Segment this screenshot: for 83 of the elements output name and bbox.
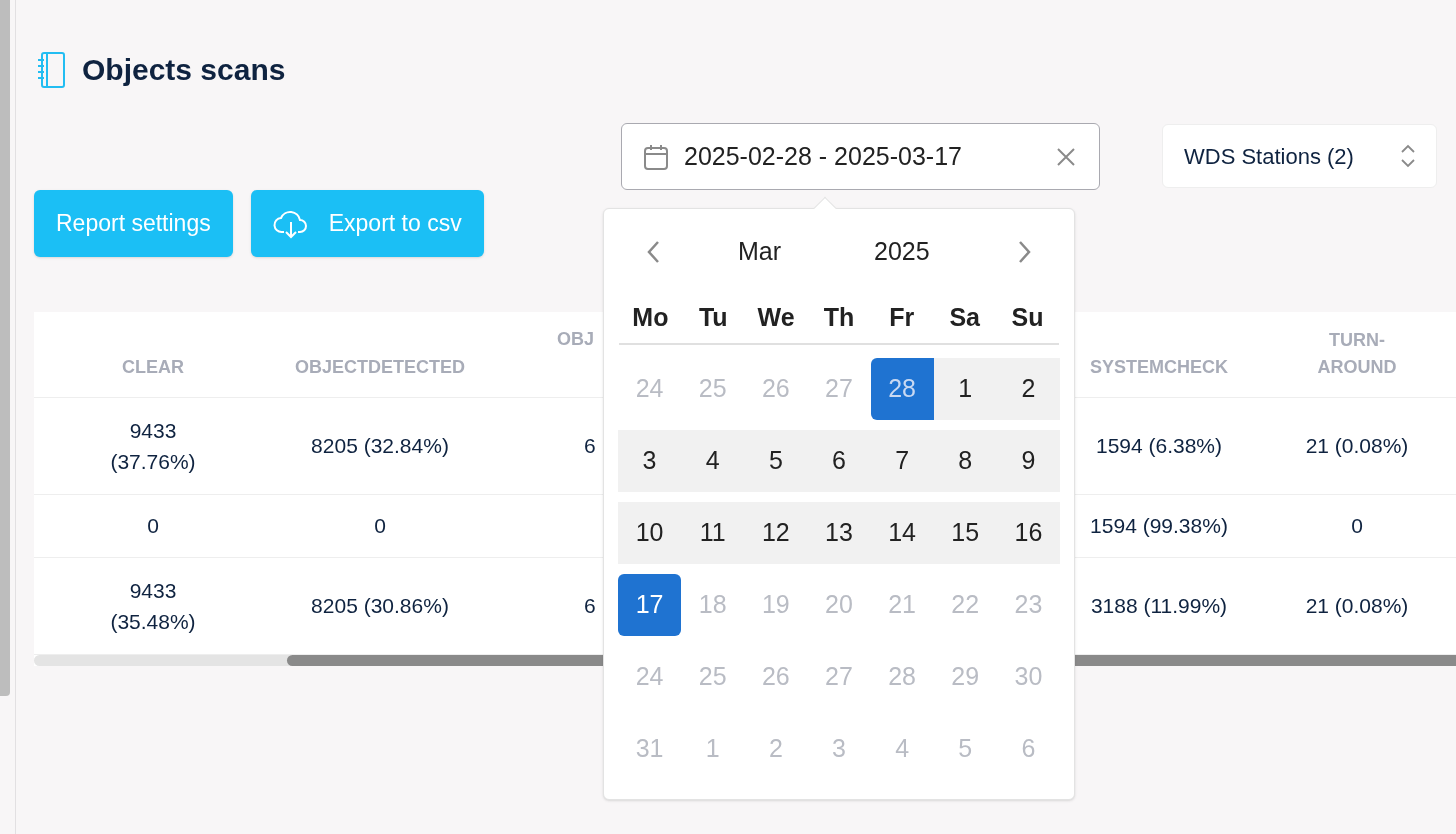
column-header: OBJECTDETECTED bbox=[295, 356, 465, 379]
table-cell-text: 6 bbox=[583, 593, 596, 620]
date-range-field[interactable]: 2025-02-28 - 2025-03-17 bbox=[621, 123, 1100, 190]
calendar-day[interactable]: 24 bbox=[618, 646, 682, 708]
calendar-day[interactable]: 21 bbox=[870, 574, 934, 636]
calendar-day[interactable]: 8 bbox=[933, 430, 997, 492]
column-header: CLEAR bbox=[122, 356, 184, 379]
calendar-day[interactable]: 2 bbox=[744, 718, 808, 780]
calendar-day[interactable]: 3 bbox=[618, 430, 682, 492]
table-cell-text: 21 (0.08%) bbox=[1305, 433, 1409, 460]
calendar-day[interactable]: 27 bbox=[807, 358, 871, 420]
weekday-label: Tu bbox=[698, 302, 728, 334]
calendar-day[interactable]: 5 bbox=[933, 718, 997, 780]
page-title: Objects scans bbox=[82, 52, 286, 88]
calendar-year[interactable]: 2025 bbox=[874, 233, 930, 271]
calendar-day[interactable]: 27 bbox=[807, 646, 871, 708]
column-header: OBJ bbox=[556, 328, 594, 351]
table-cell-text: 8205 (30.86%) bbox=[311, 593, 449, 620]
weekday-label: Sa bbox=[949, 302, 980, 334]
calendar-day[interactable]: 28 bbox=[870, 646, 934, 708]
table-cell-text: 0 bbox=[1351, 513, 1363, 540]
table-cell-text: 3188 (11.99%) bbox=[1090, 593, 1228, 620]
calendar-day[interactable]: 6 bbox=[996, 718, 1060, 780]
calendar-day[interactable]: 6 bbox=[807, 430, 871, 492]
calendar-day[interactable]: 4 bbox=[681, 430, 745, 492]
calendar-day[interactable]: 29 bbox=[933, 646, 997, 708]
settings-button[interactable]: Report settings bbox=[34, 190, 233, 257]
date-range-value: 2025-02-28 - 2025-03-17 bbox=[684, 140, 963, 172]
table-cell-text: 9433 (35.48%) bbox=[109, 577, 197, 635]
calendar-day[interactable]: 24 bbox=[618, 358, 682, 420]
weekday-label: Fr bbox=[889, 302, 915, 334]
table-cell-text: 0 bbox=[374, 513, 386, 540]
calendar-icon bbox=[644, 143, 668, 170]
table-cell-text: 8205 (32.84%) bbox=[311, 433, 449, 460]
calendar-day[interactable]: 26 bbox=[744, 358, 808, 420]
station-select[interactable]: WDS Stations (2) bbox=[1162, 124, 1437, 188]
weekday-label: Su bbox=[1011, 302, 1044, 334]
calendar-day[interactable]: 18 bbox=[681, 574, 745, 636]
calendar-day[interactable]: 5 bbox=[744, 430, 808, 492]
column-header: SYSTEMCHECK bbox=[1090, 356, 1228, 379]
weekday-label: Th bbox=[823, 302, 855, 334]
calendar-day[interactable]: 15 bbox=[933, 502, 997, 564]
chevron-right-icon[interactable] bbox=[1018, 240, 1032, 264]
calendar-month[interactable]: Mar bbox=[738, 233, 782, 271]
calendar-day[interactable]: 28 bbox=[870, 358, 934, 420]
calendar-day[interactable]: 12 bbox=[744, 502, 808, 564]
calendar-day[interactable]: 13 bbox=[807, 502, 871, 564]
calendar-day[interactable]: 31 bbox=[618, 718, 682, 780]
table-cell-text: 1594 (99.38%) bbox=[1090, 513, 1228, 540]
calendar-day[interactable]: 14 bbox=[870, 502, 934, 564]
table-cell-text: 21 (0.08%) bbox=[1305, 593, 1409, 620]
calendar-day[interactable]: 10 bbox=[618, 502, 682, 564]
calendar-day[interactable]: 16 bbox=[996, 502, 1060, 564]
calendar-day[interactable]: 3 bbox=[807, 718, 871, 780]
calendar-day[interactable]: 17 bbox=[618, 574, 682, 636]
chevron-left-icon[interactable] bbox=[646, 240, 660, 264]
calendar-day[interactable]: 19 bbox=[744, 574, 808, 636]
weekday-label: Mo bbox=[632, 302, 669, 334]
table-cell-text: 0 bbox=[147, 513, 159, 540]
calendar-day[interactable]: 1 bbox=[933, 358, 997, 420]
calendar-day[interactable]: 22 bbox=[933, 574, 997, 636]
table-cell-text: 1594 (6.38%) bbox=[1095, 433, 1223, 460]
table-cell-text: 9433 (37.76%) bbox=[109, 417, 197, 475]
calendar-day[interactable]: 9 bbox=[996, 430, 1060, 492]
calendar-day[interactable]: 11 bbox=[681, 502, 745, 564]
table-cell-text: 6 bbox=[583, 433, 596, 460]
calendar-day[interactable]: 2 bbox=[996, 358, 1060, 420]
calendar-day[interactable]: 4 bbox=[870, 718, 934, 780]
calendar-day[interactable]: 1 bbox=[681, 718, 745, 780]
weekday-label: We bbox=[757, 302, 795, 334]
calendar-day[interactable]: 7 bbox=[870, 430, 934, 492]
calendar-day[interactable]: 20 bbox=[807, 574, 871, 636]
calendar-day[interactable]: 23 bbox=[996, 574, 1060, 636]
column-header: TURN-AROUND bbox=[1316, 329, 1398, 379]
calendar-day[interactable]: 26 bbox=[744, 646, 808, 708]
page-scrollbar[interactable] bbox=[0, 0, 10, 696]
notebook-icon bbox=[36, 50, 68, 89]
close-icon[interactable] bbox=[1057, 147, 1075, 166]
export-button[interactable]: Export to csv bbox=[250, 190, 484, 257]
chevron-updown-icon bbox=[1400, 143, 1416, 169]
calendar-day[interactable]: 30 bbox=[996, 646, 1060, 708]
calendar-day[interactable]: 25 bbox=[681, 646, 745, 708]
calendar-day[interactable]: 25 bbox=[681, 358, 745, 420]
